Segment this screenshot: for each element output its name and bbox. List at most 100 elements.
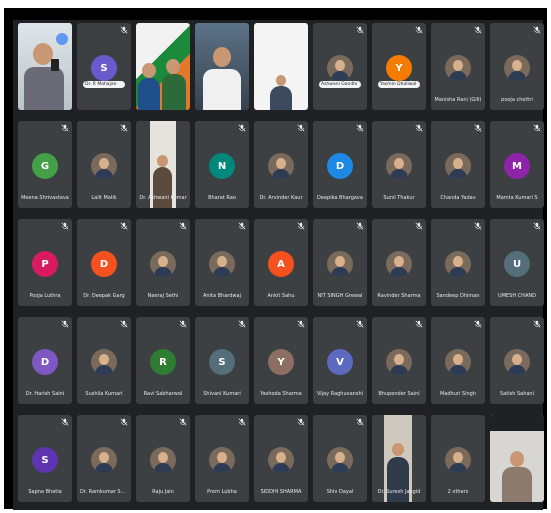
- mic-off-icon: [356, 222, 364, 230]
- participant-tile[interactable]: Dr. Ramkumar Sharma: [77, 415, 131, 502]
- participant-tile[interactable]: R Ravi Sabharwal: [136, 317, 190, 404]
- participant-name: SIDDHI SHARMA: [260, 489, 302, 495]
- participant-avatar: S: [32, 447, 58, 473]
- participant-tile[interactable]: D Dr. Harish Saini: [18, 317, 72, 404]
- participant-tile[interactable]: Y Yasmin Dhaliwal: [372, 23, 426, 110]
- participant-tile[interactable]: Dr. Ashwani Kumar: [136, 121, 190, 208]
- participant-tile[interactable]: Y Yashoda Sharma: [254, 317, 308, 404]
- participant-tile[interactable]: M Mamta Kumari S: [490, 121, 544, 208]
- participant-tile[interactable]: [490, 415, 544, 502]
- mic-off-icon: [415, 222, 423, 230]
- mic-off-icon: [356, 320, 364, 328]
- participant-avatar: [150, 447, 176, 473]
- participant-avatar: Y: [268, 349, 294, 375]
- participant-tile[interactable]: G Meena Shrivastava: [18, 121, 72, 208]
- participant-name: Sandeep Dhiman: [436, 293, 480, 299]
- mic-off-icon: [474, 320, 482, 328]
- participant-tile[interactable]: Anita Bhardwaj: [195, 219, 249, 306]
- participant-tile[interactable]: N Bharat Rao: [195, 121, 249, 208]
- participant-tile[interactable]: Neeraj Sethi: [136, 219, 190, 306]
- participant-avatar: S: [209, 349, 235, 375]
- participant-tile[interactable]: Sunil Thakur: [372, 121, 426, 208]
- participant-name: Satish Sahani: [500, 391, 534, 397]
- participant-avatar: [150, 251, 176, 277]
- participant-name: Dr. Harish Saini: [25, 391, 65, 397]
- participant-name: Dr. Arvinder Kaur: [259, 195, 303, 201]
- participant-name: Bhupender Saini: [378, 391, 420, 397]
- participant-avatar: N: [209, 153, 235, 179]
- participant-tile[interactable]: D Dr. Deepak Garg: [77, 219, 131, 306]
- participant-tile[interactable]: S Dr. R Mahajan: [77, 23, 131, 110]
- mic-off-icon: [297, 320, 305, 328]
- mic-off-icon: [120, 320, 128, 328]
- participant-tile[interactable]: P Pooja Luthra: [18, 219, 72, 306]
- mic-off-icon: [297, 222, 305, 230]
- mic-off-icon: [533, 124, 541, 132]
- participant-name: Shivani Kumari: [203, 391, 241, 397]
- participant-avatar: [504, 349, 530, 375]
- mic-off-icon: [238, 222, 246, 230]
- mic-off-icon: [533, 26, 541, 34]
- participant-video: [136, 23, 190, 110]
- participant-tile[interactable]: Chanda Yadav: [431, 121, 485, 208]
- participant-tile[interactable]: S Sapna Bhatia: [18, 415, 72, 502]
- participant-tile[interactable]: [136, 23, 190, 110]
- participant-tile[interactable]: Prem Lubha: [195, 415, 249, 502]
- participant-tile[interactable]: Raju Jain: [136, 415, 190, 502]
- participant-name: Dr. Ramkumar Sharma: [80, 489, 128, 495]
- participant-tile[interactable]: pooja chettri: [490, 23, 544, 110]
- participant-tile[interactable]: Dr. Arvinder Kaur: [254, 121, 308, 208]
- participant-tile[interactable]: V Vijay Raghuvanshi: [313, 317, 367, 404]
- participant-name: Yasmin Dhaliwal: [378, 81, 420, 88]
- participant-name: Deepika Bhargava: [317, 195, 363, 201]
- participant-tile[interactable]: 2 others: [431, 415, 485, 502]
- participant-avatar: [91, 349, 117, 375]
- mic-off-icon: [415, 124, 423, 132]
- mic-off-icon: [61, 124, 69, 132]
- mic-off-icon: [297, 418, 305, 426]
- participant-tile[interactable]: [195, 23, 249, 110]
- participant-video: [195, 23, 249, 110]
- participant-avatar: [327, 251, 353, 277]
- participant-tile[interactable]: Ravinder Sharma: [372, 219, 426, 306]
- participant-avatar: [386, 251, 412, 277]
- participant-avatar: M: [504, 153, 530, 179]
- participant-tile[interactable]: [18, 23, 72, 110]
- participant-name: Dr. R Mahajan: [83, 81, 125, 88]
- participant-tile[interactable]: Shiv Dayal: [313, 415, 367, 502]
- mic-off-icon: [61, 320, 69, 328]
- participant-tile[interactable]: Manisha Rani (Gill): [431, 23, 485, 110]
- participant-avatar: [209, 447, 235, 473]
- participant-video: [254, 23, 308, 110]
- participant-video: [490, 415, 544, 502]
- participant-name: Yashoda Sharma: [260, 391, 302, 397]
- participant-tile[interactable]: Ashwani Gandhi: [313, 23, 367, 110]
- participant-avatar: G: [32, 153, 58, 179]
- participant-tile[interactable]: [254, 23, 308, 110]
- participant-avatar: [268, 447, 294, 473]
- participant-tile[interactable]: A Ankit Sahu: [254, 219, 308, 306]
- participant-tile[interactable]: Sushila Kumari: [77, 317, 131, 404]
- participant-avatar: R: [150, 349, 176, 375]
- participant-tile[interactable]: Dr. Suresh Jangid: [372, 415, 426, 502]
- mic-off-icon: [61, 418, 69, 426]
- participant-name: Prem Lubha: [207, 489, 237, 495]
- screenshot-frame: S Dr. R Mahajan Ashwani Gandhi Y Yasmin Dhal…: [4, 8, 547, 510]
- mic-off-icon: [120, 222, 128, 230]
- participant-tile[interactable]: Madhuri Singh: [431, 317, 485, 404]
- participant-name: Dr. Suresh Jangid: [377, 489, 421, 495]
- mic-off-icon: [474, 124, 482, 132]
- participant-avatar: D: [91, 251, 117, 277]
- participant-name: Manisha Rani (Gill): [434, 97, 482, 103]
- participant-tile[interactable]: Sandeep Dhiman: [431, 219, 485, 306]
- participant-tile[interactable]: NIT SINGH Grewal: [313, 219, 367, 306]
- mic-off-icon: [356, 418, 364, 426]
- participant-tile[interactable]: S Shivani Kumari: [195, 317, 249, 404]
- mic-off-icon: [120, 26, 128, 34]
- participant-tile[interactable]: Satish Sahani: [490, 317, 544, 404]
- participant-tile[interactable]: SIDDHI SHARMA: [254, 415, 308, 502]
- participant-tile[interactable]: Lalit Malik: [77, 121, 131, 208]
- participant-tile[interactable]: D Deepika Bhargava: [313, 121, 367, 208]
- participant-tile[interactable]: U UMESH CHAND: [490, 219, 544, 306]
- participant-tile[interactable]: Bhupender Saini: [372, 317, 426, 404]
